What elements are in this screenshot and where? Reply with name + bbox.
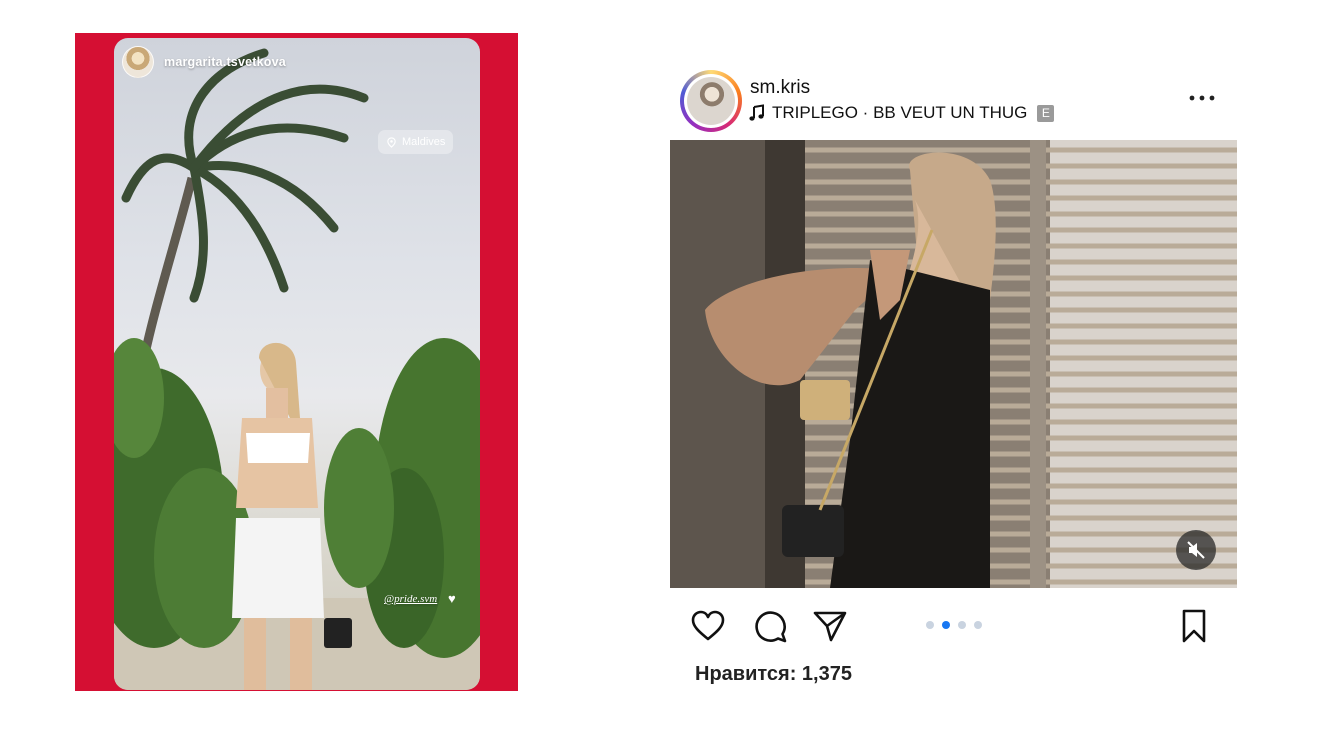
post-username[interactable]: sm.kris [750, 77, 810, 99]
carousel-dot [958, 621, 966, 629]
music-label: TRIPLEGO · BB VEUT UN THUG [772, 103, 1028, 122]
carousel-indicator [926, 621, 982, 629]
share-icon[interactable] [812, 608, 848, 644]
explicit-badge: E [1037, 104, 1055, 122]
post-music[interactable]: TRIPLEGO · BB VEUT UN THUG E [748, 103, 1055, 123]
story-header[interactable]: margarita.tsvetkova [122, 46, 286, 78]
avatar[interactable] [684, 74, 738, 128]
bookmark-icon[interactable] [1176, 608, 1212, 644]
post-actions [670, 604, 1238, 648]
location-pin-icon [387, 136, 396, 148]
mention-sticker[interactable]: @pride.svm [384, 593, 437, 605]
mute-icon [1187, 541, 1205, 559]
avatar[interactable] [122, 46, 154, 78]
more-icon[interactable] [1188, 94, 1216, 102]
instagram-post: sm.kris TRIPLEGO · BB VEUT UN THUG E Нра… [670, 68, 1238, 698]
story-ring[interactable] [680, 70, 742, 132]
carousel-dot-active [942, 621, 950, 629]
location-sticker[interactable]: Maldives [378, 130, 454, 154]
likes-count[interactable]: Нравится: 1,375 [695, 663, 852, 686]
music-note-icon [749, 104, 764, 121]
story-card[interactable]: margarita.tsvetkova Maldives @pride.svm … [114, 38, 480, 690]
heart-emoji: ♥ [448, 591, 456, 606]
comment-icon[interactable] [752, 608, 788, 644]
post-header: sm.kris TRIPLEGO · BB VEUT UN THUG E [670, 68, 1238, 138]
post-media[interactable] [670, 140, 1237, 588]
carousel-dot [974, 621, 982, 629]
carousel-dot [926, 621, 934, 629]
mute-button[interactable] [1176, 530, 1216, 570]
heart-icon[interactable] [690, 608, 726, 644]
post-photo [670, 140, 1237, 588]
avatar-image [687, 77, 735, 125]
story-username[interactable]: margarita.tsvetkova [164, 55, 286, 69]
location-label: Maldives [402, 136, 446, 148]
